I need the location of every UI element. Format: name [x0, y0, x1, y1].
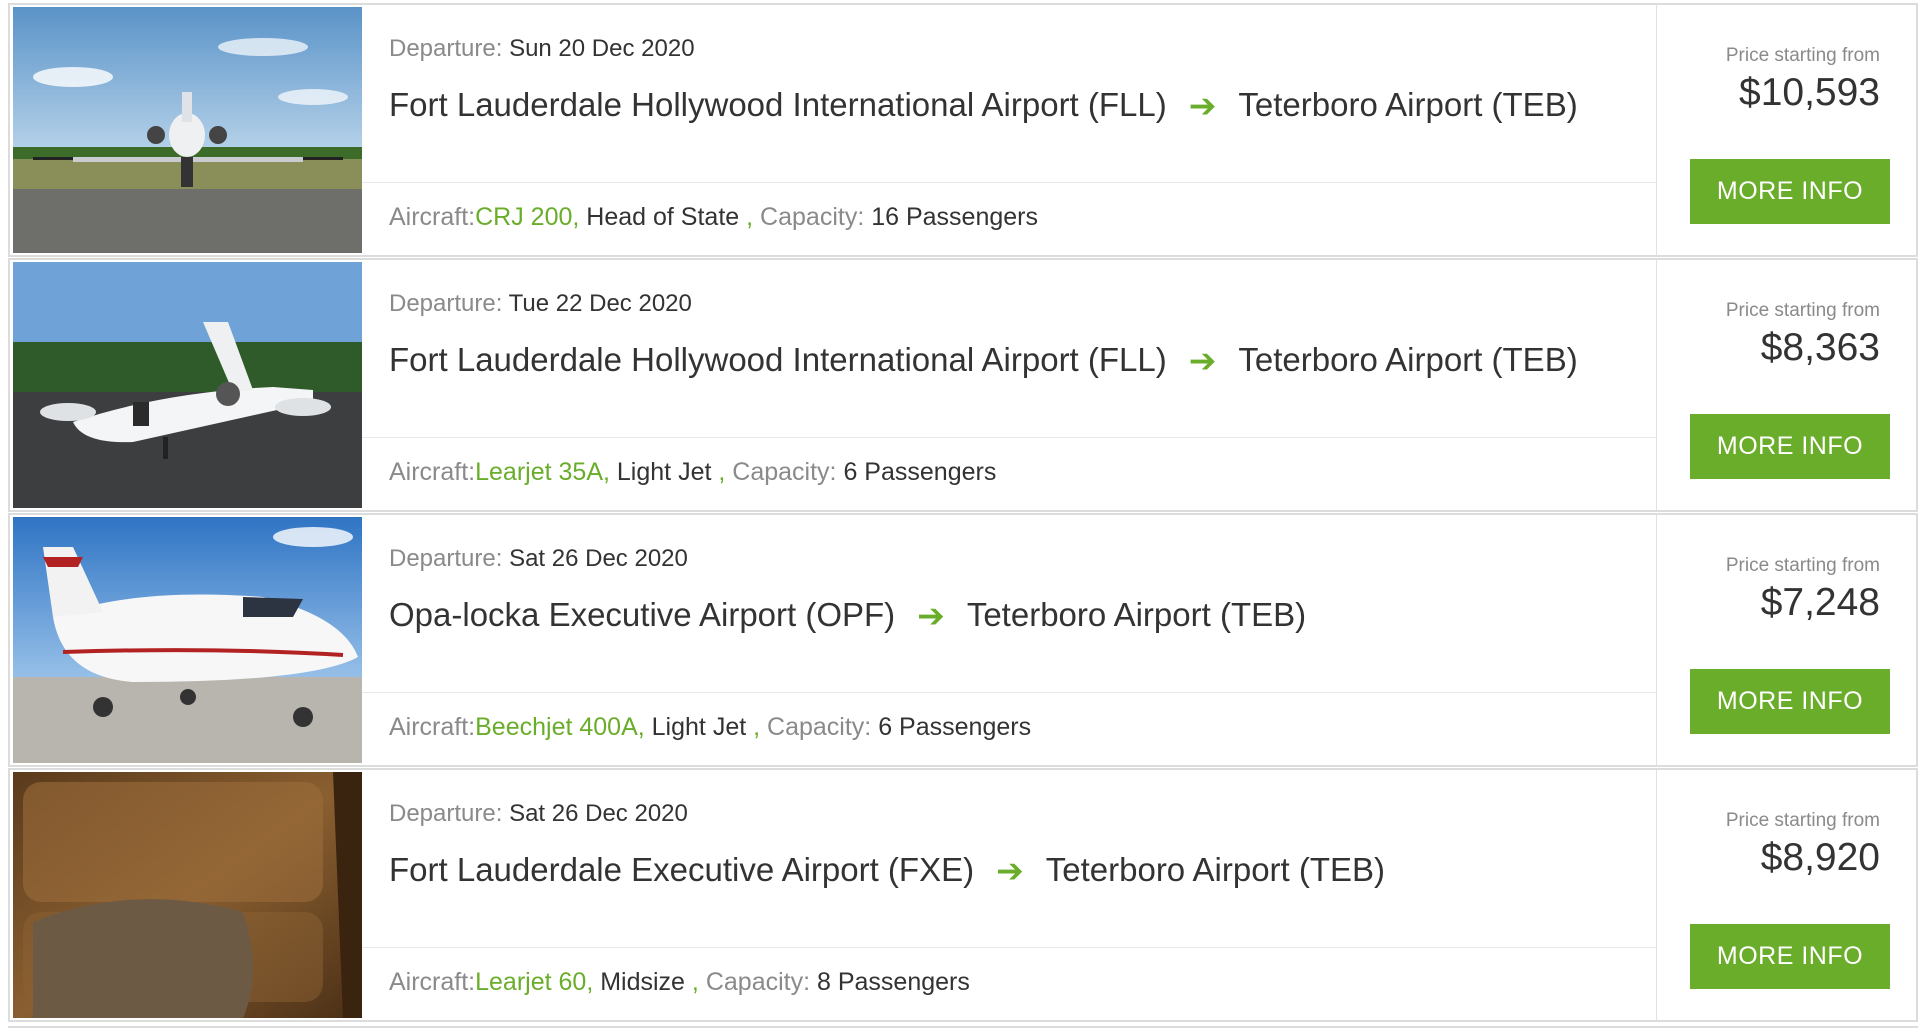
capacity-value: 6 Passengers	[878, 713, 1032, 741]
departure: Departure: Sat 26 Dec 2020	[389, 545, 688, 573]
aircraft-model-link[interactable]: Beechjet 400A,	[475, 713, 645, 741]
price-value: $8,920	[1760, 836, 1880, 879]
aircraft-label: Aircraft:	[389, 203, 476, 231]
price-panel: Price starting from $8,920 MORE INFO	[1656, 770, 1918, 1020]
more-info-button[interactable]: MORE INFO	[1690, 924, 1890, 989]
price-panel: Price starting from $8,363 MORE INFO	[1656, 260, 1918, 510]
divider	[362, 692, 1656, 693]
flight-card: Departure: Sat 26 Dec 2020 Opa-locka Exe…	[8, 513, 1918, 767]
arrow-right-icon: ➔	[1188, 342, 1217, 379]
divider	[362, 947, 1656, 948]
capacity-value: 16 Passengers	[871, 203, 1038, 231]
arrow-right-icon: ➔	[996, 852, 1024, 889]
origin-airport: Fort Lauderdale Hollywood International …	[389, 341, 1167, 378]
capacity-label: Capacity:	[760, 203, 865, 231]
origin-airport: Opa-locka Executive Airport (OPF)	[389, 596, 896, 633]
departure: Departure: Sat 26 Dec 2020	[389, 800, 688, 828]
price-label: Price starting from	[1725, 555, 1880, 576]
arrow-right-icon: ➔	[917, 597, 945, 634]
origin-airport: Fort Lauderdale Executive Airport (FXE)	[389, 851, 975, 888]
price-panel: Price starting from $10,593 MORE INFO	[1656, 5, 1918, 255]
more-info-button[interactable]: MORE INFO	[1690, 159, 1890, 224]
price-panel: Price starting from $7,248 MORE INFO	[1656, 515, 1918, 765]
destination-airport: Teterboro Airport (TEB)	[1238, 341, 1578, 378]
flight-card: Departure: Sun 20 Dec 2020 Fort Lauderda…	[8, 3, 1918, 257]
flight-info: Departure: Sat 26 Dec 2020 Opa-locka Exe…	[362, 515, 1656, 765]
aircraft-details: Aircraft:Learjet 35A, Light Jet , Capaci…	[389, 458, 996, 487]
capacity-label: Capacity:	[732, 458, 837, 486]
departure-date: Sat 26 Dec 2020	[509, 800, 688, 827]
departure-label: Departure:	[389, 35, 503, 62]
flight-info: Departure: Sat 26 Dec 2020 Fort Lauderda…	[362, 770, 1656, 1020]
aircraft-details: Aircraft:Learjet 60, Midsize , Capacity:…	[389, 968, 970, 997]
capacity-separator: ,	[746, 203, 754, 231]
aircraft-model-link[interactable]: Learjet 35A,	[475, 458, 610, 486]
route: Opa-locka Executive Airport (OPF) ➔ Teterb…	[389, 595, 1306, 634]
price-value: $7,248	[1760, 581, 1880, 624]
price-value: $8,363	[1760, 326, 1880, 369]
aircraft-class: Head of State	[586, 203, 740, 231]
origin-airport: Fort Lauderdale Hollywood International …	[389, 86, 1167, 123]
capacity-separator: ,	[691, 968, 699, 996]
aircraft-model-link[interactable]: Learjet 60,	[475, 968, 593, 996]
aircraft-details: Aircraft:CRJ 200, Head of State , Capaci…	[389, 203, 1038, 232]
capacity-value: 8 Passengers	[817, 968, 970, 996]
aircraft-photo[interactable]	[13, 517, 362, 763]
flight-card: Departure: Tue 22 Dec 2020 Fort Lauderda…	[8, 258, 1918, 512]
capacity-separator: ,	[753, 713, 761, 741]
aircraft-label: Aircraft:	[389, 968, 476, 996]
aircraft-details: Aircraft:Beechjet 400A, Light Jet , Capa…	[389, 713, 1031, 742]
destination-airport: Teterboro Airport (TEB)	[1045, 851, 1386, 888]
capacity-label: Capacity:	[767, 713, 872, 741]
aircraft-photo[interactable]	[13, 772, 362, 1018]
flight-info: Departure: Tue 22 Dec 2020 Fort Lauderda…	[362, 260, 1656, 510]
aircraft-class: Light Jet	[616, 458, 712, 486]
aircraft-class: Light Jet	[651, 713, 747, 741]
aircraft-photo[interactable]	[13, 262, 362, 508]
departure-date: Sat 26 Dec 2020	[509, 545, 688, 572]
price-label: Price starting from	[1725, 810, 1880, 831]
departure-label: Departure:	[389, 545, 503, 572]
flight-info: Departure: Sun 20 Dec 2020 Fort Lauderda…	[362, 5, 1656, 255]
departure-label: Departure:	[389, 290, 503, 317]
flight-card: Departure: Sat 26 Dec 2020 Fort Lauderda…	[8, 768, 1918, 1022]
price-label: Price starting from	[1725, 45, 1880, 66]
next-flight-card-edge	[8, 1026, 1918, 1036]
destination-airport: Teterboro Airport (TEB)	[966, 596, 1307, 633]
departure-date: Tue 22 Dec 2020	[508, 290, 692, 317]
more-info-button[interactable]: MORE INFO	[1690, 414, 1890, 479]
aircraft-class: Midsize	[600, 968, 685, 996]
route: Fort Lauderdale Executive Airport (FXE) ➔…	[389, 850, 1385, 889]
departure-date: Sun 20 Dec 2020	[509, 35, 695, 62]
departure: Departure: Sun 20 Dec 2020	[389, 35, 695, 63]
price-value: $10,593	[1739, 71, 1880, 114]
more-info-button[interactable]: MORE INFO	[1690, 669, 1890, 734]
aircraft-photo[interactable]	[13, 7, 362, 253]
aircraft-label: Aircraft:	[389, 713, 476, 741]
aircraft-model-link[interactable]: CRJ 200,	[475, 203, 579, 231]
capacity-separator: ,	[718, 458, 726, 486]
price-label: Price starting from	[1725, 300, 1880, 321]
arrow-right-icon: ➔	[1188, 87, 1217, 124]
route: Fort Lauderdale Hollywood International …	[389, 85, 1578, 124]
capacity-value: 6 Passengers	[843, 458, 997, 486]
destination-airport: Teterboro Airport (TEB)	[1238, 86, 1578, 123]
departure-label: Departure:	[389, 800, 503, 827]
divider	[362, 182, 1656, 183]
route: Fort Lauderdale Hollywood International …	[389, 340, 1578, 379]
aircraft-label: Aircraft:	[389, 458, 476, 486]
capacity-label: Capacity:	[705, 968, 811, 996]
departure: Departure: Tue 22 Dec 2020	[389, 290, 692, 318]
flight-results-list: Departure: Sun 20 Dec 2020 Fort Lauderda…	[0, 0, 1920, 1031]
divider	[362, 437, 1656, 438]
